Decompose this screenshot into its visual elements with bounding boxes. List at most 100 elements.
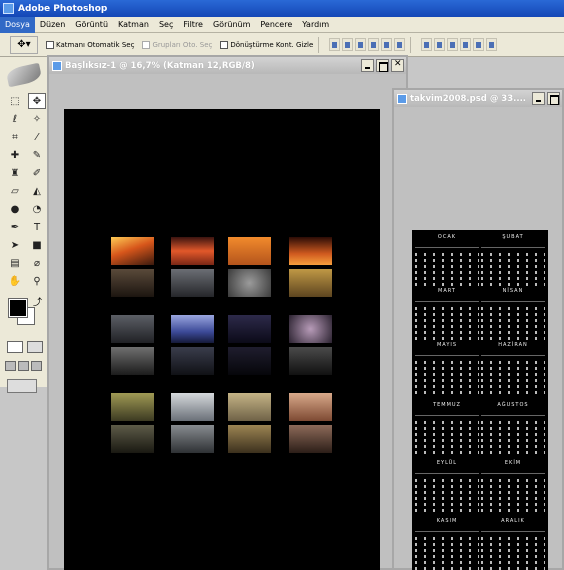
options-bar: ✥▾ Katmanı Otomatik Seç Grupları Oto. Se… <box>0 33 564 57</box>
calendar-month: EYLÜL <box>415 460 479 516</box>
screen-mode-full-button[interactable] <box>31 361 42 371</box>
photo-thumbnail <box>171 237 214 297</box>
calendar-month: ARALIK <box>481 518 545 570</box>
pen-icon[interactable]: ✒ <box>6 219 24 235</box>
tool-grid: ⬚ ✥ ℓ ✧ ⌗ ⁄ ✚ ✎ ♜ ✐ ▱ ◭ ● ◔ ✒ T ➤ ■ ▤ ⌀ … <box>0 93 48 289</box>
distribute-left-icon[interactable] <box>460 38 472 51</box>
document-icon <box>397 93 407 104</box>
maximize-button[interactable] <box>376 59 389 72</box>
calendar-month: MART <box>415 288 479 344</box>
bucket-icon[interactable]: ◭ <box>28 183 46 199</box>
distribute-vcenter-icon[interactable] <box>434 38 446 51</box>
tool-preset-picker[interactable]: ✥▾ <box>10 35 38 54</box>
calendar-month: EKİM <box>481 460 545 516</box>
photo-thumbnail <box>171 393 214 453</box>
app-title-bar: Adobe Photoshop <box>0 0 564 17</box>
menu-duzen[interactable]: Düzen <box>35 17 70 33</box>
align-top-icon[interactable] <box>329 38 341 51</box>
month-name: OCAK <box>437 234 457 240</box>
quick-mask-button[interactable] <box>27 341 43 353</box>
photo-thumbnail <box>228 237 271 297</box>
month-name: NİSAN <box>502 288 524 294</box>
photo-thumbnail <box>111 237 154 297</box>
menu-dosya[interactable]: Dosya <box>0 16 35 33</box>
slice-icon[interactable]: ⁄ <box>28 129 46 145</box>
menu-goruntu[interactable]: Görüntü <box>70 17 113 33</box>
divider <box>410 36 412 53</box>
calendar-month: HAZİRAN <box>481 342 545 398</box>
menu-yardim[interactable]: Yardım <box>297 17 334 33</box>
align-buttons <box>329 38 406 51</box>
swap-colors-icon[interactable]: ⤴ <box>33 295 42 308</box>
month-name: KASIM <box>436 518 458 524</box>
path-select-icon[interactable]: ➤ <box>6 237 24 253</box>
screen-mode-full-menu-button[interactable] <box>18 361 29 371</box>
menu-sec[interactable]: Seç <box>154 17 178 33</box>
jump-to-imageready-button[interactable] <box>7 379 37 393</box>
color-swatches: ⤴ <box>0 293 48 333</box>
menu-katman[interactable]: Katman <box>113 17 154 33</box>
show-transform-checkbox[interactable]: Dönüştürme Kont. Gizle <box>220 40 313 49</box>
photo-thumbnail <box>111 393 154 453</box>
hand-icon[interactable]: ✋ <box>6 273 24 289</box>
move-icon[interactable]: ✥ <box>28 93 46 109</box>
screen-mode-standard-button[interactable] <box>5 361 16 371</box>
calendar-month: AĞUSTOS <box>481 402 545 458</box>
document-1-title-bar[interactable]: Başlıksız-1 @ 16,7% (Katman 12,RGB/8) <box>49 57 406 74</box>
month-name: HAZİRAN <box>498 342 528 348</box>
document-1-title: Başlıksız-1 @ 16,7% (Katman 12,RGB/8) <box>65 60 255 71</box>
lasso-icon[interactable]: ℓ <box>6 111 24 127</box>
zoom-icon[interactable]: ⚲ <box>28 273 46 289</box>
distribute-hcenter-icon[interactable] <box>473 38 485 51</box>
auto-select-layer-checkbox[interactable]: Katmanı Otomatik Seç <box>46 40 135 49</box>
align-bottom-icon[interactable] <box>355 38 367 51</box>
align-hcenter-icon[interactable] <box>381 38 393 51</box>
distribute-right-icon[interactable] <box>486 38 498 51</box>
distribute-bottom-icon[interactable] <box>447 38 459 51</box>
healing-icon[interactable]: ✚ <box>6 147 24 163</box>
calendar-canvas[interactable]: OCAK ŞUBAT MART NİSAN MAYIS HAZİRAN TEMM… <box>412 230 548 570</box>
stamp-icon[interactable]: ♜ <box>6 165 24 181</box>
auto-select-groups-label: Grupları Oto. Seç <box>152 40 213 49</box>
crop-icon[interactable]: ⌗ <box>6 129 24 145</box>
minimize-button[interactable] <box>532 92 545 105</box>
calendar-month: NİSAN <box>481 288 545 344</box>
shape-icon[interactable]: ■ <box>28 237 46 253</box>
type-icon[interactable]: T <box>28 219 46 235</box>
calendar-month: KASIM <box>415 518 479 570</box>
align-vcenter-icon[interactable] <box>342 38 354 51</box>
checkbox-box <box>46 40 54 49</box>
standard-mode-button[interactable] <box>7 341 23 353</box>
minimize-button[interactable] <box>361 59 374 72</box>
foreground-color-swatch[interactable] <box>8 298 28 318</box>
document-1-canvas[interactable] <box>64 109 380 570</box>
align-right-icon[interactable] <box>394 38 406 51</box>
document-icon <box>52 60 62 71</box>
calendar-month: OCAK <box>415 234 479 290</box>
brush-icon[interactable]: ✎ <box>28 147 46 163</box>
photo-thumbnail <box>228 393 271 453</box>
document-2-title-bar[interactable]: takvim2008.psd @ 33.... <box>394 90 562 107</box>
blur-icon[interactable]: ● <box>6 201 24 217</box>
menu-pencere[interactable]: Pencere <box>255 17 297 33</box>
auto-select-groups-checkbox[interactable]: Grupları Oto. Seç <box>142 40 213 49</box>
calendar-month: TEMMUZ <box>415 402 479 458</box>
toolbox-header[interactable] <box>0 57 48 93</box>
close-button[interactable] <box>391 59 404 72</box>
align-left-icon[interactable] <box>368 38 380 51</box>
photo-thumbnail <box>171 315 214 375</box>
app-title: Adobe Photoshop <box>18 3 108 14</box>
menu-gorunum[interactable]: Görünüm <box>208 17 255 33</box>
magic-wand-icon[interactable]: ✧ <box>28 111 46 127</box>
maximize-button[interactable] <box>547 92 560 105</box>
history-brush-icon[interactable]: ✐ <box>28 165 46 181</box>
notes-icon[interactable]: ▤ <box>6 255 24 271</box>
eyedropper-icon[interactable]: ⌀ <box>28 255 46 271</box>
eraser-icon[interactable]: ▱ <box>6 183 24 199</box>
menu-filtre[interactable]: Filtre <box>178 17 208 33</box>
distribute-top-icon[interactable] <box>421 38 433 51</box>
marquee-icon[interactable]: ⬚ <box>6 93 24 109</box>
dodge-icon[interactable]: ◔ <box>28 201 46 217</box>
divider <box>318 36 320 53</box>
auto-select-layer-label: Katmanı Otomatik Seç <box>56 40 135 49</box>
